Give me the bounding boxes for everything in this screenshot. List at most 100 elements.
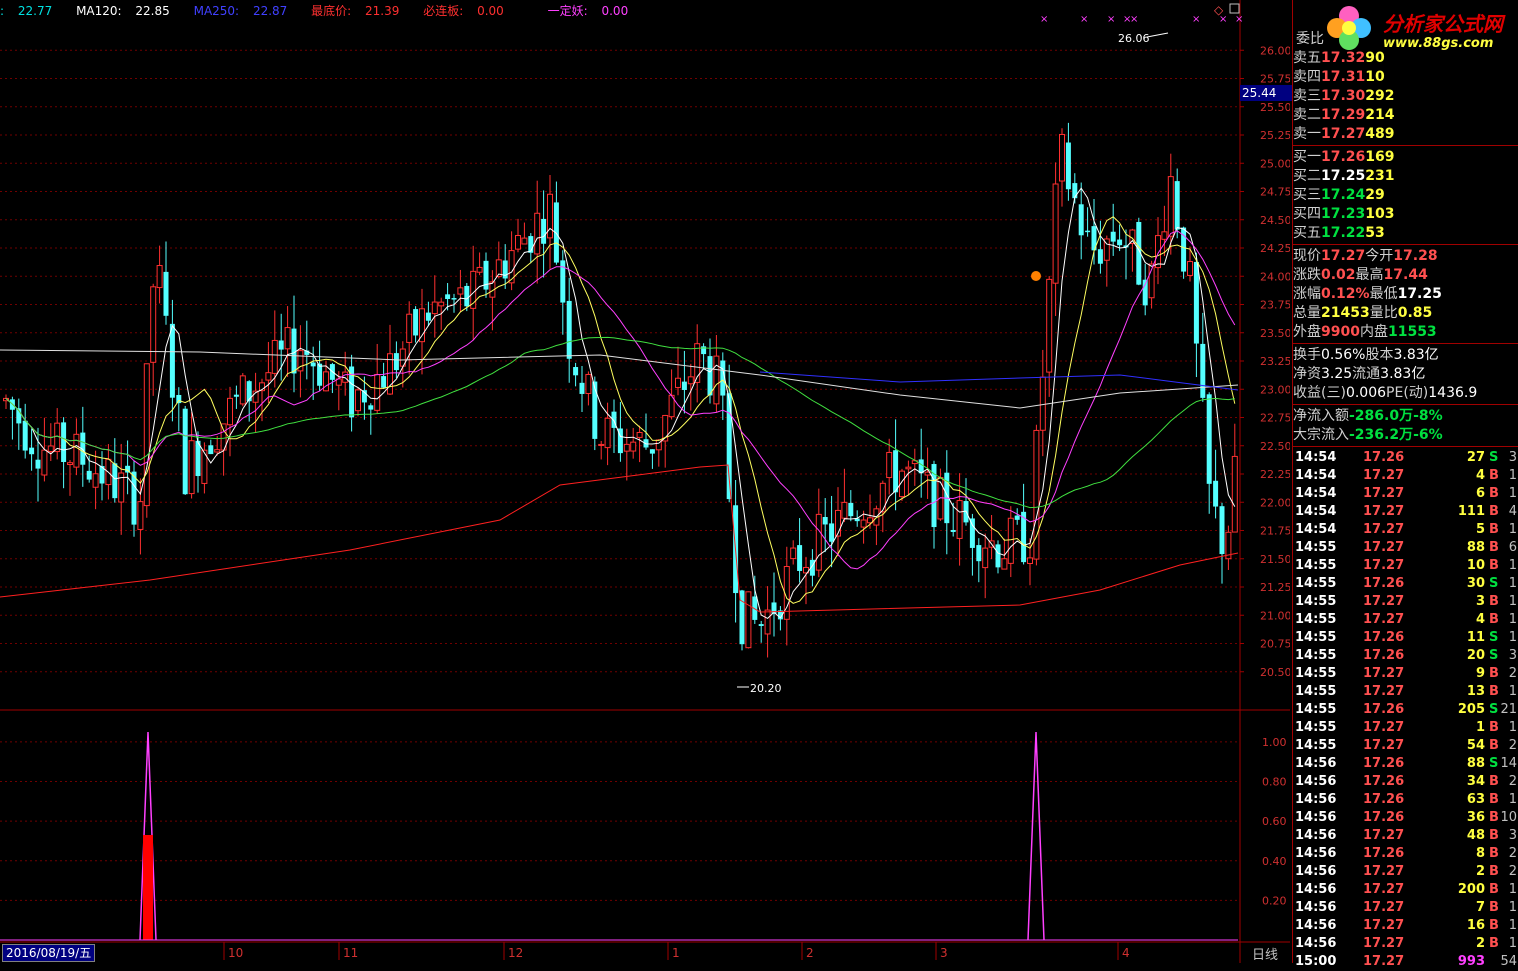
price-tick-label: 20.50 (1260, 666, 1290, 679)
tick-side: B (1489, 522, 1499, 537)
tick-row: 14:55 17.27 10 B 1 (1293, 557, 1518, 575)
tick-row: 14:54 17.27 5 B 1 (1293, 521, 1518, 539)
candle-body-up (150, 286, 157, 363)
candle-body-down (579, 382, 585, 394)
tick-time: 14:54 (1295, 522, 1337, 537)
low-annotation: 20.20 (750, 682, 782, 695)
tick-side: S (1489, 576, 1499, 591)
stat-label: 收益(三) (1293, 385, 1346, 401)
tick-price: 17.27 (1363, 882, 1405, 897)
price-tick-label: 20.75 (1260, 638, 1290, 651)
tick-row: 14:54 17.27 111 B 4 (1293, 503, 1518, 521)
candle-body-up (790, 547, 797, 560)
tick-row: 14:56 17.27 200 B 1 (1293, 881, 1518, 899)
divider (1293, 343, 1518, 344)
kline-chart-area[interactable]: 26.00 25.75 25.50 25.25 25.00 24.75 24.50 24.25… (0, 0, 1292, 963)
tick-volume: 34 (1466, 774, 1485, 789)
quote-label: 现价 (1293, 248, 1321, 264)
tick-row: 14:56 17.27 2 B 1 (1293, 935, 1518, 953)
tick-time: 14:56 (1295, 864, 1337, 879)
quote-value: 0.02 (1321, 267, 1356, 283)
tick-time: 14:54 (1295, 450, 1337, 465)
candle-body-down (22, 420, 28, 451)
candle-body-down (573, 367, 579, 376)
candle-body-down (413, 309, 419, 336)
candle-body-down (317, 363, 323, 386)
tick-count: 1 (1508, 684, 1517, 699)
order-price: 17.30 (1321, 88, 1366, 104)
tick-row: 14:56 17.26 63 B 1 (1293, 791, 1518, 809)
high-annotation: 26.06 (1118, 32, 1150, 45)
date-label: 2016/08/19/五 (2, 944, 96, 962)
candle-body-up (841, 501, 848, 519)
tick-count: 1 (1508, 576, 1517, 591)
tick-volume: 8 (1475, 846, 1485, 861)
order-level-label: 买五 (1293, 225, 1321, 241)
tick-volume: 88 (1466, 756, 1485, 771)
tick-time: 14:55 (1295, 612, 1337, 627)
signal-marker: × (1107, 14, 1115, 25)
tick-count: 2 (1508, 864, 1517, 879)
price-tick-label: 21.75 (1260, 525, 1290, 538)
candle-body-down (566, 300, 572, 359)
candle-body-down (1174, 181, 1180, 230)
tick-count: 1 (1508, 900, 1517, 915)
tick-side: S (1489, 450, 1499, 465)
candle-body-down (1078, 204, 1084, 236)
tick-volume: 3 (1475, 594, 1485, 609)
price-tick-label: 25.50 (1260, 101, 1290, 114)
tick-side: B (1489, 828, 1499, 843)
candle-body-down (848, 502, 854, 517)
tick-row: 14:55 17.27 1 B 1 (1293, 719, 1518, 737)
quote-value: 21453 (1321, 305, 1370, 321)
quote-label: 涨跌 (1293, 267, 1321, 283)
tick-count: 1 (1508, 612, 1517, 627)
quote-label: 内盘 (1359, 324, 1388, 340)
candle-body-down (393, 353, 399, 371)
tick-time: 14:56 (1295, 792, 1337, 807)
tick-side: B (1489, 918, 1499, 933)
price-tick-label: 26.00 (1260, 44, 1290, 57)
tick-price: 17.27 (1363, 936, 1405, 951)
candle-body-up (73, 433, 80, 468)
candle-body-up (1059, 133, 1065, 182)
tick-volume: 6 (1475, 486, 1485, 501)
tick-side: B (1489, 468, 1499, 483)
indicator-tick-label: 0.80 (1262, 776, 1287, 789)
tick-price: 17.26 (1363, 792, 1405, 807)
tick-volume: 4 (1475, 468, 1485, 483)
quote-value: 17.27 (1321, 248, 1366, 264)
candle-body-up (214, 449, 221, 453)
diamond-marker-icon: ◇ (1214, 3, 1224, 17)
order-price: 17.26 (1321, 149, 1366, 165)
candle-body-up (54, 422, 61, 453)
tick-side: B (1489, 720, 1499, 735)
period-label[interactable]: 日线 (1252, 944, 1278, 963)
candle-body-up (675, 377, 681, 388)
flow-pct: -8% (1413, 408, 1443, 424)
candle-body-down (822, 517, 828, 525)
candle-body-down (541, 218, 547, 244)
tick-side: B (1489, 738, 1499, 753)
stat-value: 3.83亿 (1393, 347, 1439, 363)
tick-price: 17.27 (1363, 468, 1405, 483)
tick-row: 14:56 17.27 48 B 3 (1293, 827, 1518, 845)
quote-row: 现价17.27今开17.28 (1293, 247, 1518, 265)
time-tick-label: 1 (672, 946, 680, 960)
candle-body-up (1161, 231, 1168, 240)
tick-time: 14:56 (1295, 828, 1337, 843)
tick-time: 14:55 (1295, 540, 1337, 555)
candle-body-up (156, 265, 163, 289)
candle-body-down (208, 445, 214, 455)
tick-time: 14:55 (1295, 630, 1337, 645)
kline-chart[interactable]: 26.00 25.75 25.50 25.25 25.00 24.75 24.50 24.25… (0, 0, 1290, 963)
candle-body-up (623, 443, 630, 452)
candle-body-up (374, 373, 381, 411)
candle-body-up (1001, 558, 1008, 570)
candle-body-up (956, 500, 963, 539)
tick-count: 3 (1508, 450, 1517, 465)
time-tick-label: 4 (1122, 946, 1130, 960)
candle-body-down (893, 450, 899, 493)
order-level-label: 买四 (1293, 206, 1321, 222)
candle-body-down (445, 294, 451, 300)
